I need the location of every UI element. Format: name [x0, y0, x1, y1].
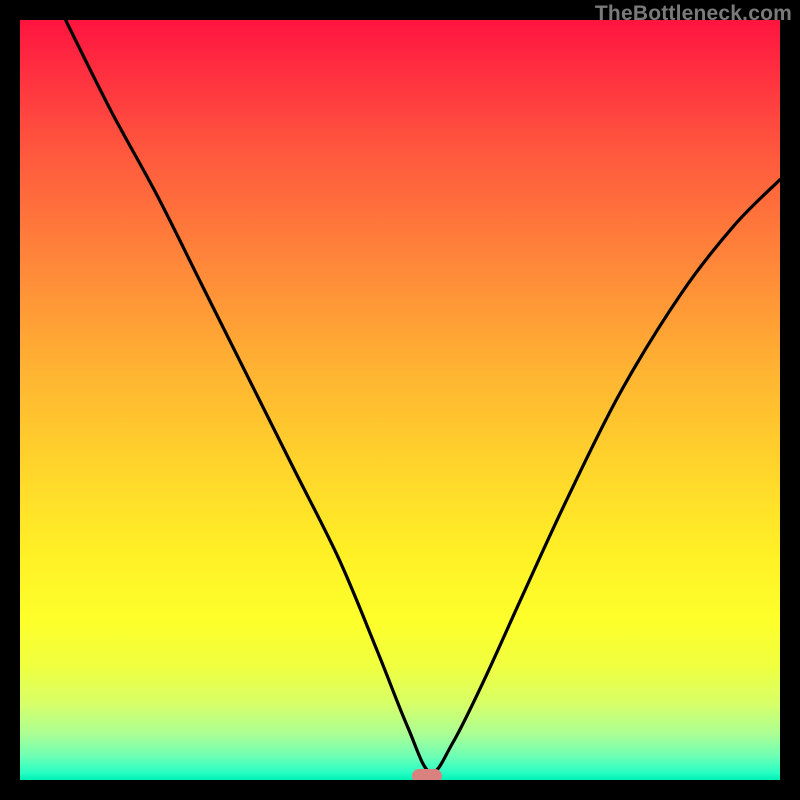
- bottleneck-curve: [66, 20, 780, 773]
- chart-frame: TheBottleneck.com: [0, 0, 800, 800]
- optimum-marker: [412, 769, 442, 780]
- plot-area: [20, 20, 780, 780]
- curve-svg: [20, 20, 780, 780]
- watermark-text: TheBottleneck.com: [595, 2, 792, 26]
